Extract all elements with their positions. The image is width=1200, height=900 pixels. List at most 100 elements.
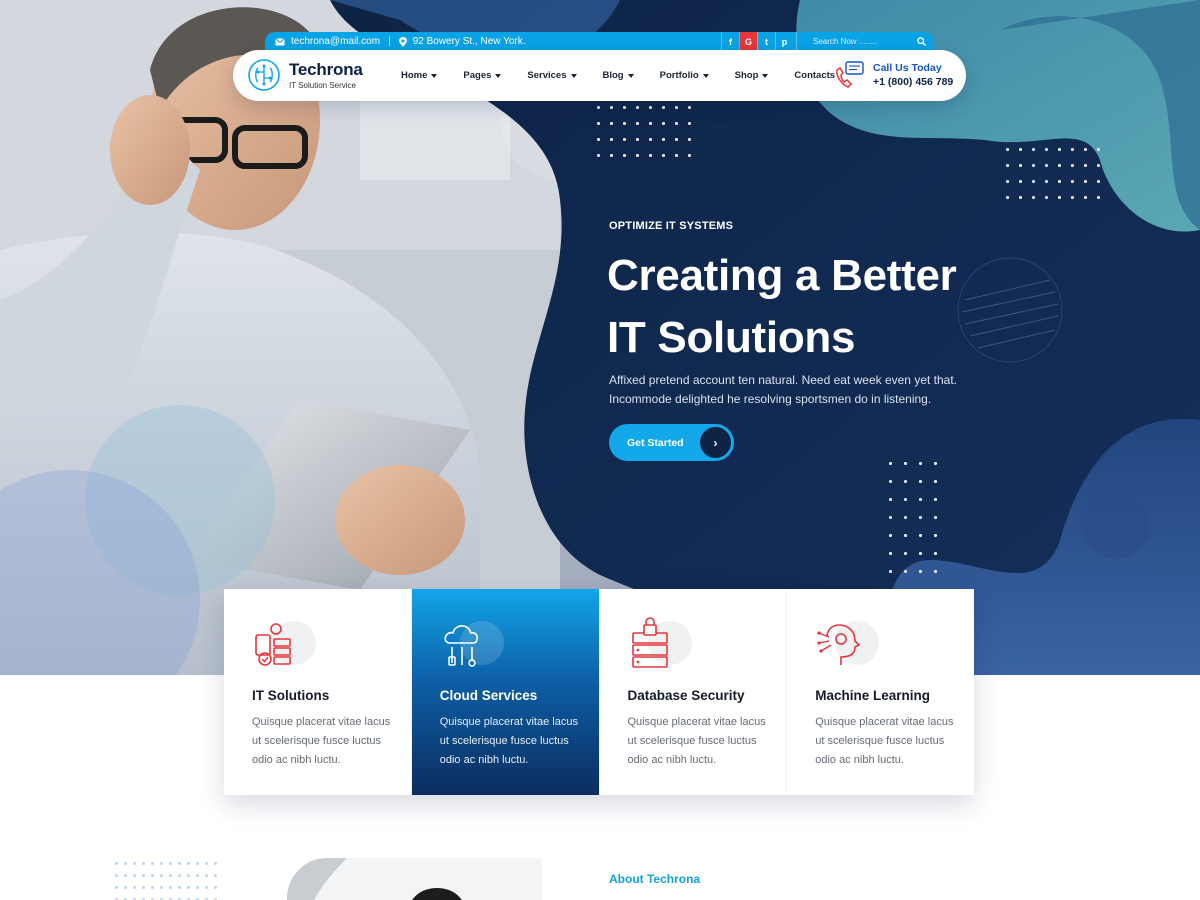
hero-headline-line1: Creating a Better xyxy=(607,251,957,300)
hero-subtext: Affixed pretend account ten natural. Nee… xyxy=(609,373,958,406)
decorative-dot xyxy=(934,516,937,519)
decorative-dot xyxy=(196,874,199,877)
decorative-dot xyxy=(662,138,665,141)
map-pin-icon xyxy=(398,36,407,47)
card-title: Cloud Services xyxy=(439,688,538,703)
decorative-dot xyxy=(662,122,665,125)
twitter-icon[interactable]: t xyxy=(757,32,775,51)
nav-item-portfolio[interactable]: Portfolio xyxy=(660,70,709,81)
card-description: Quisque placerat vitae lacus ut sceleris… xyxy=(252,716,391,766)
decorative-dot xyxy=(1032,164,1035,167)
decorative-dot xyxy=(1045,164,1048,167)
address-text: 92 Bowery St., New York. xyxy=(412,36,526,47)
service-card-machine-learning[interactable]: Machine Learning Quisque placerat vitae … xyxy=(787,589,974,795)
decorative-dot xyxy=(133,886,136,889)
decorative-dot xyxy=(115,886,118,889)
caret-down-icon xyxy=(495,73,502,78)
decorative-dot xyxy=(178,874,181,877)
decorative-dot xyxy=(1058,180,1061,183)
decorative-dot xyxy=(214,886,217,889)
decorative-dot xyxy=(889,552,892,555)
decorative-dot xyxy=(151,874,154,877)
topbar-search[interactable]: Search Now ........ xyxy=(796,32,934,51)
top-info-bar: techrona@mail.com | 92 Bowery St., New Y… xyxy=(265,32,934,51)
decorative-dot xyxy=(214,862,217,865)
decorative-dot xyxy=(124,886,127,889)
decorative-dot xyxy=(142,874,145,877)
decorative-dot xyxy=(124,862,127,865)
decorative-dot xyxy=(688,138,691,141)
decorative-dot xyxy=(636,122,639,125)
envelope-icon xyxy=(275,37,285,45)
nav-item-contacts[interactable]: Contacts xyxy=(794,70,835,81)
nav-label: Portfolio xyxy=(659,70,699,81)
decorative-dot xyxy=(151,862,154,865)
search-icon[interactable] xyxy=(917,37,926,46)
caret-down-icon xyxy=(627,73,634,78)
nav-label: Shop xyxy=(734,70,759,81)
decorative-dot xyxy=(1058,164,1061,167)
call-us-block[interactable]: Call Us Today +1 (800) 456 789 xyxy=(833,60,953,90)
decorative-dot xyxy=(115,874,118,877)
decorative-dot xyxy=(1032,196,1035,199)
card-description: Quisque placerat vitae lacus ut sceleris… xyxy=(627,716,766,766)
caret-down-icon xyxy=(702,73,709,78)
decorative-dot xyxy=(1097,196,1100,199)
nav-item-shop[interactable]: Shop xyxy=(735,70,769,81)
brand-logo[interactable]: Techrona IT Solution Service xyxy=(247,58,363,92)
decorative-dot xyxy=(1045,196,1048,199)
call-label: Call Us Today xyxy=(873,62,942,74)
decorative-dot xyxy=(688,106,691,109)
decorative-dot xyxy=(1097,164,1100,167)
chevron-right-icon: › xyxy=(700,427,731,458)
decorative-dot xyxy=(649,138,652,141)
decorative-dot xyxy=(196,886,199,889)
search-input[interactable]: Search Now ........ xyxy=(813,37,877,46)
decorative-dot xyxy=(904,552,907,555)
decorative-dot xyxy=(610,154,613,157)
google-icon[interactable]: G xyxy=(739,32,757,51)
decorative-dot xyxy=(1019,196,1022,199)
decorative-dot xyxy=(904,570,907,573)
pinterest-icon[interactable]: p xyxy=(775,32,793,51)
brand-name: Techrona xyxy=(289,60,363,79)
decorative-dot xyxy=(904,480,907,483)
decorative-dot xyxy=(636,138,639,141)
decorative-dot xyxy=(205,862,208,865)
facebook-icon[interactable]: f xyxy=(721,32,739,51)
decorative-dot xyxy=(142,886,145,889)
decorative-dot xyxy=(160,862,163,865)
service-card-database-security[interactable]: Database Security Quisque placerat vitae… xyxy=(599,589,788,795)
decorative-dot xyxy=(934,570,937,573)
decorative-dot xyxy=(904,534,907,537)
decorative-dot xyxy=(169,874,172,877)
get-started-button[interactable]: Get Started › xyxy=(609,424,734,461)
services-cards: IT Solutions Quisque placerat vitae lacu… xyxy=(224,589,974,795)
decorative-dot xyxy=(1071,148,1074,151)
service-card-cloud-services[interactable]: Cloud Services Quisque placerat vitae la… xyxy=(411,589,600,795)
decorative-dot xyxy=(623,122,626,125)
nav-item-services[interactable]: Services xyxy=(527,70,577,81)
decorative-dot xyxy=(1084,180,1087,183)
nav-item-blog[interactable]: Blog xyxy=(603,70,634,81)
about-image xyxy=(287,858,542,900)
decorative-dot xyxy=(1032,180,1035,183)
decorative-dot xyxy=(889,462,892,465)
service-card-it-solutions[interactable]: IT Solutions Quisque placerat vitae lacu… xyxy=(224,589,412,795)
decorative-dot xyxy=(675,138,678,141)
nav-label: Blog xyxy=(602,70,624,81)
about-section-label: About Techrona xyxy=(609,872,701,886)
decorative-dot xyxy=(133,862,136,865)
nav-item-home[interactable]: Home xyxy=(401,70,438,81)
decorative-dot xyxy=(675,106,678,109)
nav-item-pages[interactable]: Pages xyxy=(463,70,502,81)
email-contact[interactable]: techrona@mail.com xyxy=(275,36,380,47)
cta-label: Get Started xyxy=(627,436,684,449)
decorative-dot xyxy=(1084,164,1087,167)
decorative-dot xyxy=(124,874,127,877)
call-number[interactable]: +1 (800) 456 789 xyxy=(873,76,953,88)
decorative-dot xyxy=(187,886,190,889)
decorative-dot xyxy=(889,570,892,573)
decorative-dot xyxy=(1084,196,1087,199)
decorative-dot xyxy=(151,886,154,889)
